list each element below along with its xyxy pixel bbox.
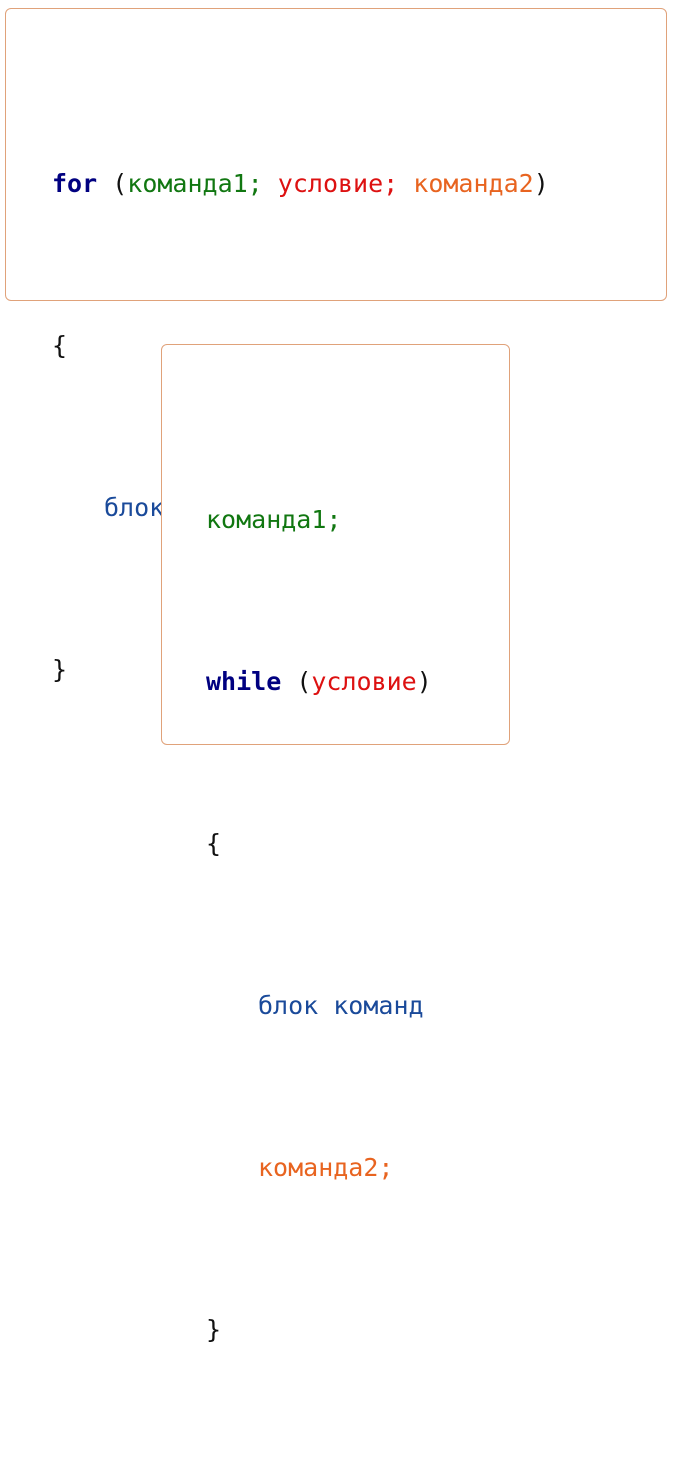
while-command1: команда1;	[206, 505, 342, 534]
for-command2: команда2	[413, 169, 534, 198]
for-keyword: for	[52, 169, 98, 198]
for-close-paren: )	[533, 169, 549, 198]
for-condition: условие;	[277, 169, 399, 198]
while-open-paren: (	[281, 667, 312, 696]
while-command2: команда2;	[258, 1153, 394, 1182]
for-open-paren: (	[97, 169, 128, 198]
while-keyword: while	[206, 667, 282, 696]
while-close-paren: )	[416, 667, 432, 696]
while-loop-code-box: команда1; while (условие) { блок команд …	[161, 344, 510, 1344]
while-close-brace: }	[206, 1315, 222, 1344]
for-command1: команда1;	[127, 169, 263, 198]
while-body: блок команд	[258, 991, 424, 1020]
for-header-line: for (команда1; условие; команда2)	[52, 157, 549, 211]
for-loop-code-box: for (команда1; условие; команда2) { блок…	[5, 8, 667, 684]
while-condition: условие	[311, 667, 417, 696]
while-open-brace: {	[206, 829, 222, 858]
while-loop-code: команда1; while (условие) { блок команд …	[206, 385, 432, 1465]
while-header-line: while (условие)	[206, 655, 432, 709]
